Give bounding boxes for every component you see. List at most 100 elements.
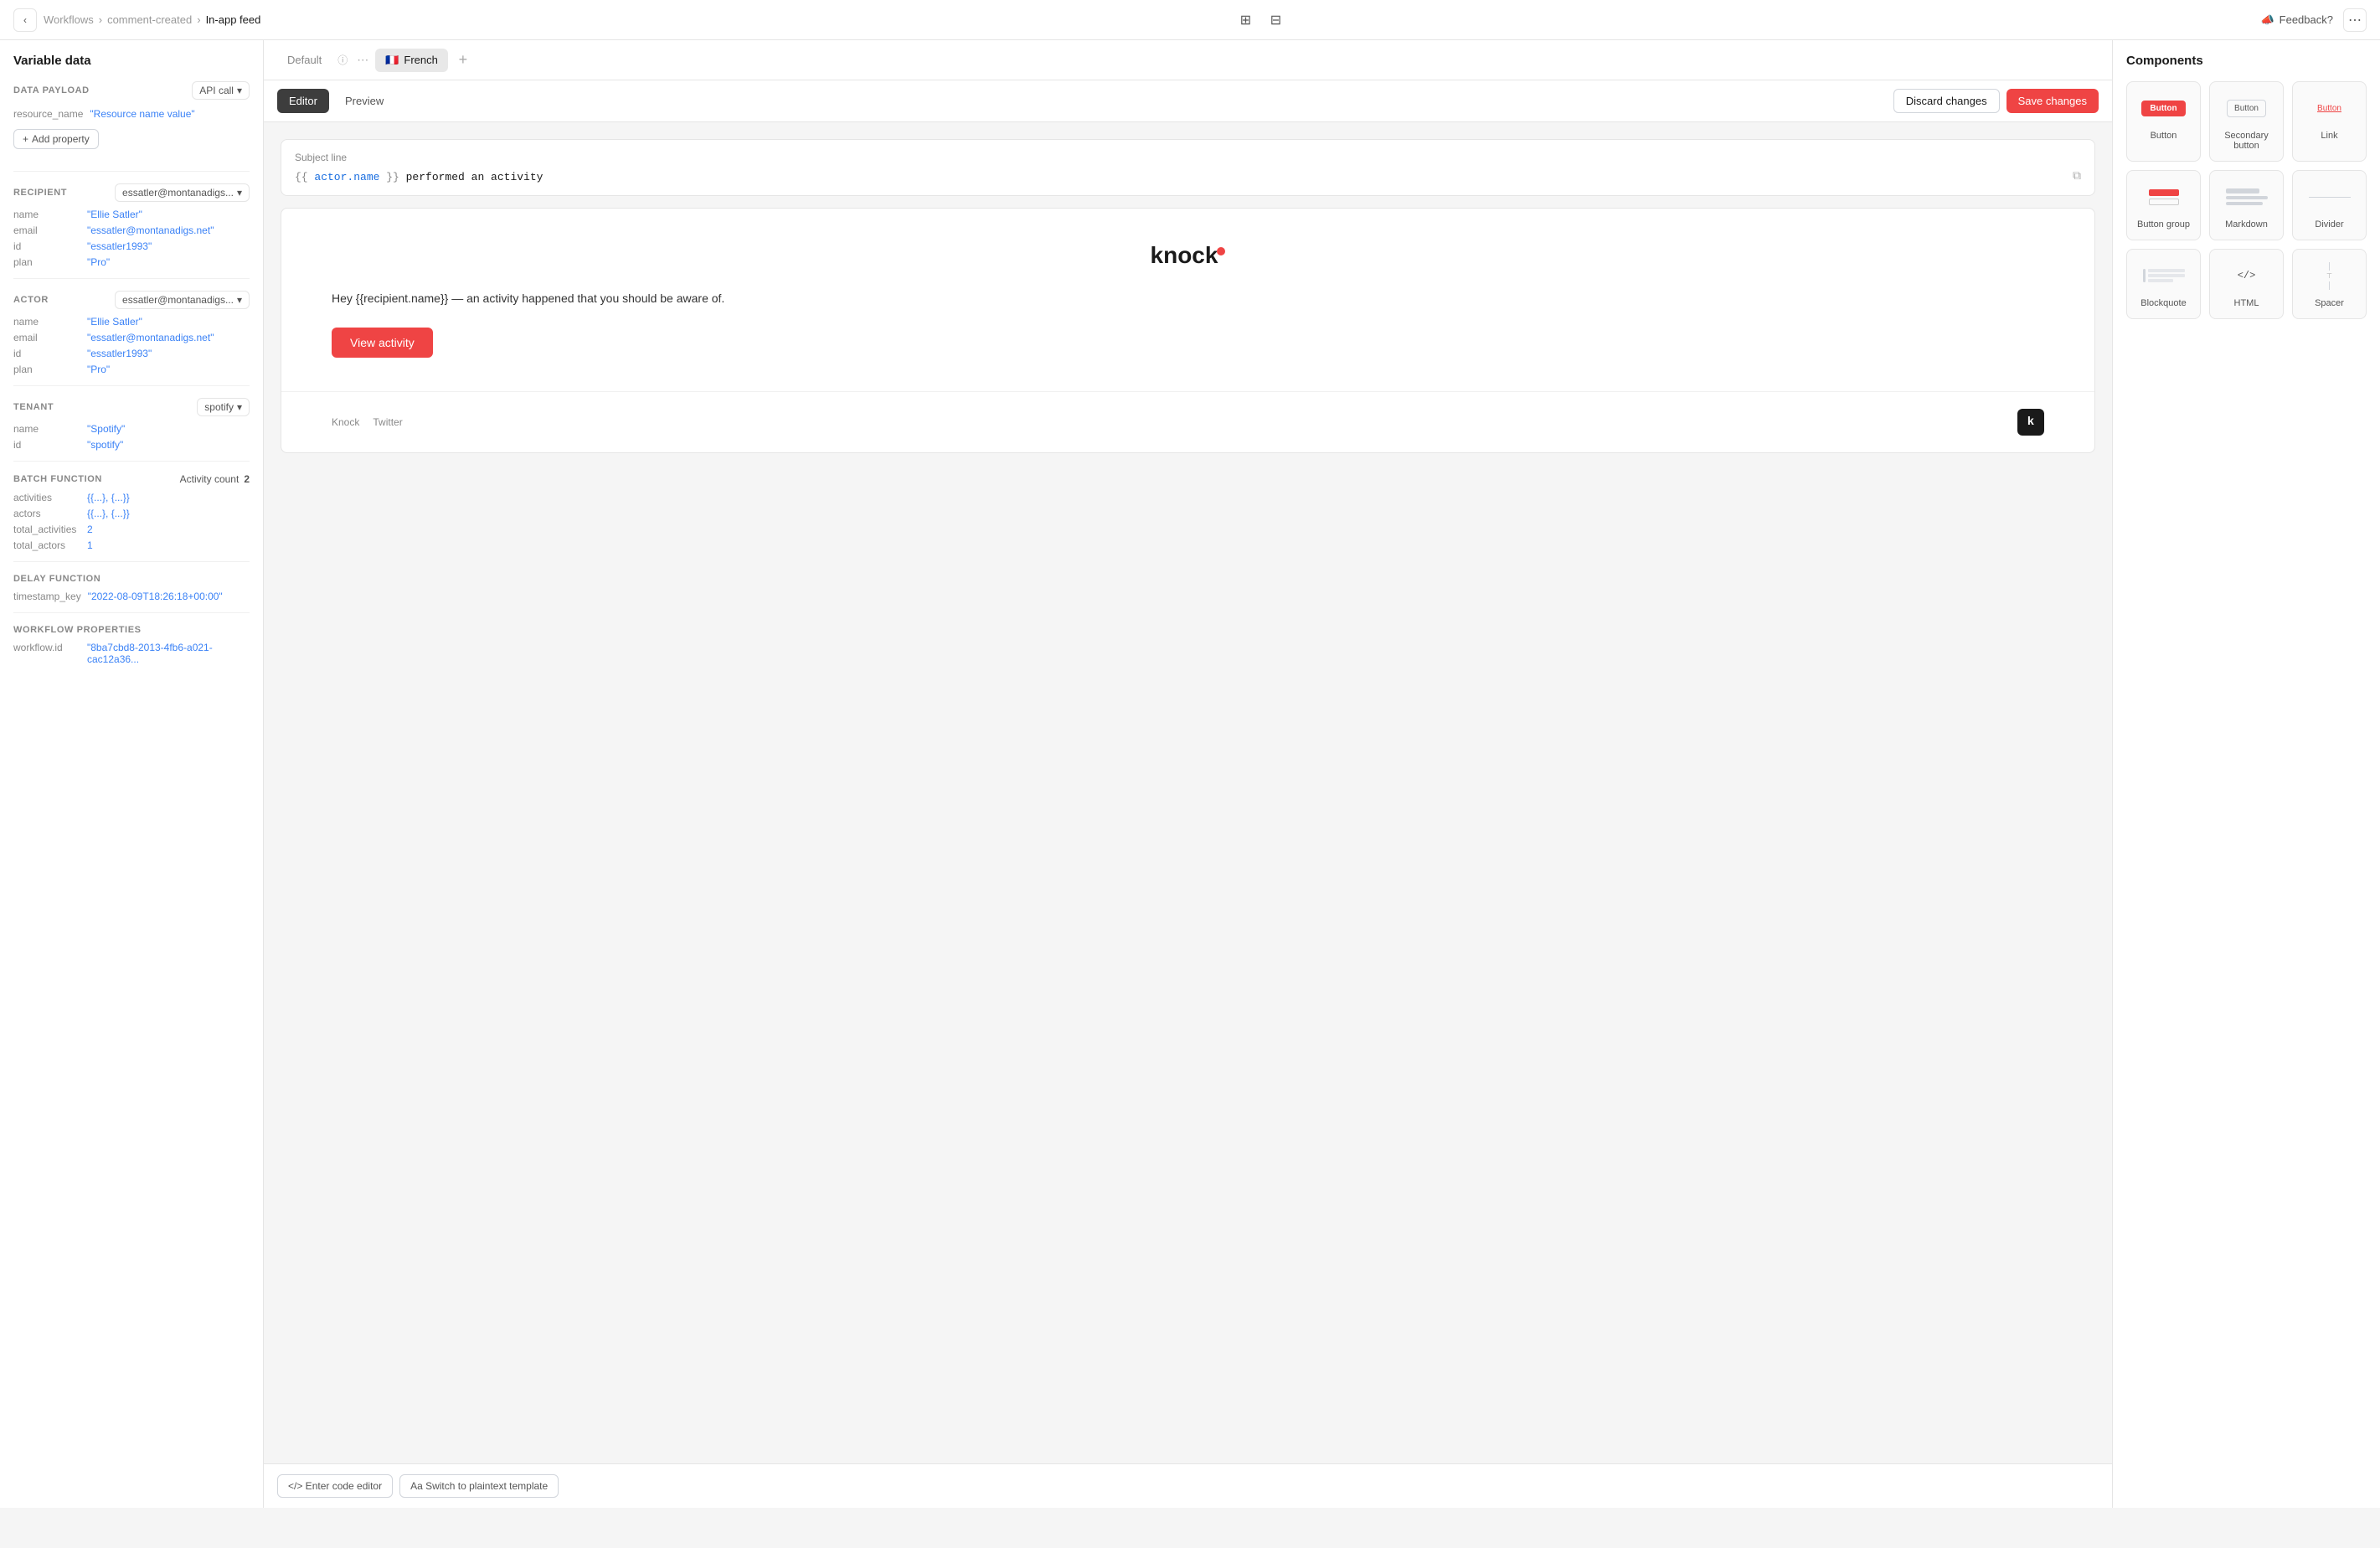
feedback-button[interactable]: 📣 Feedback? xyxy=(2260,13,2333,27)
tab-default[interactable]: Default xyxy=(277,49,332,71)
tenant-dropdown-arrow: ▾ xyxy=(237,401,242,413)
component-button-group[interactable]: Button group xyxy=(2126,170,2201,240)
subject-input[interactable]: {{ actor.name }} performed an activity ⧉ xyxy=(295,170,2081,183)
prop-key: email xyxy=(13,332,80,343)
prop-val: "essatler@montanadigs.net" xyxy=(87,332,214,343)
actor-dropdown[interactable]: essatler@montanadigs... ▾ xyxy=(115,291,250,309)
email-greeting: Hey {{recipient.name}} — an activity hap… xyxy=(332,289,2044,307)
subject-section[interactable]: Subject line {{ actor.name }} performed … xyxy=(281,139,2095,196)
prop-val: {{...}, {...}} xyxy=(87,508,130,519)
spacer-preview-shape: ⊤ xyxy=(2326,262,2332,290)
md-line3 xyxy=(2226,202,2263,205)
prop-val: "Pro" xyxy=(87,256,110,268)
spacer-line-bot xyxy=(2329,281,2330,290)
add-property-button[interactable]: + Add property xyxy=(13,129,99,149)
component-blockquote-label: Blockquote xyxy=(2140,298,2186,308)
divider xyxy=(13,278,250,279)
sidebar-toggle-right-icon[interactable]: ⊟ xyxy=(1264,8,1287,32)
editor-tabs: Default ⓘ ⋯ 🇫🇷 French + xyxy=(264,40,2112,80)
breadcrumb-current: In-app feed xyxy=(206,13,261,26)
view-activity-button[interactable]: View activity xyxy=(332,328,433,358)
tab-more-icon[interactable]: ⋯ xyxy=(353,51,372,70)
component-link[interactable]: Button Link xyxy=(2292,81,2367,162)
subject-label: Subject line xyxy=(295,152,2081,163)
email-body: knock Hey {{recipient.name}} — an activi… xyxy=(281,209,2094,391)
prop-key: id xyxy=(13,439,80,451)
list-item: email "essatler@montanadigs.net" xyxy=(13,332,250,343)
bq-bar xyxy=(2143,269,2146,282)
batch-function-section: BATCH FUNCTION Activity count 2 xyxy=(13,473,250,485)
tenant-dropdown[interactable]: spotify ▾ xyxy=(197,398,250,416)
component-secondary-label: Secondary button xyxy=(2217,131,2276,151)
toolbar-right: Discard changes Save changes xyxy=(1893,89,2099,113)
component-blockquote[interactable]: Blockquote xyxy=(2126,249,2201,319)
data-payload-dropdown[interactable]: API call ▾ xyxy=(192,81,250,100)
list-item: plan "Pro" xyxy=(13,364,250,375)
add-tab-button[interactable]: + xyxy=(451,49,475,72)
component-button[interactable]: Button Button xyxy=(2126,81,2201,162)
html-preview-shape: </> xyxy=(2238,270,2256,281)
component-divider-label: Divider xyxy=(2315,219,2343,230)
list-item: name "Ellie Satler" xyxy=(13,209,250,220)
prop-key: plan xyxy=(13,256,80,268)
component-html[interactable]: </> HTML xyxy=(2209,249,2284,319)
recipient-dropdown[interactable]: essatler@montanadigs... ▾ xyxy=(115,183,250,202)
component-markdown[interactable]: Markdown xyxy=(2209,170,2284,240)
prop-key: name xyxy=(13,423,80,435)
sidebar-toggle-left-icon[interactable]: ⊞ xyxy=(1234,8,1257,32)
prop-val: "spotify" xyxy=(87,439,123,451)
component-button-group-label: Button group xyxy=(2137,219,2190,230)
actor-label: ACTOR xyxy=(13,295,49,305)
btn-g1 xyxy=(2149,189,2179,196)
list-item: name "Ellie Satler" xyxy=(13,316,250,328)
breadcrumb-parent[interactable]: comment-created xyxy=(107,13,192,26)
switch-plaintext-button[interactable]: Aa Switch to plaintext template xyxy=(399,1474,559,1498)
recipient-dropdown-arrow: ▾ xyxy=(237,187,242,199)
component-spacer-label: Spacer xyxy=(2315,298,2344,308)
list-item: id "essatler1993" xyxy=(13,240,250,252)
prop-val: "Pro" xyxy=(87,364,110,375)
footer-logo: k xyxy=(2017,409,2044,436)
dropdown-arrow-icon: ▾ xyxy=(237,85,242,96)
preview-tab-button[interactable]: Preview xyxy=(332,89,396,113)
bq-line2 xyxy=(2148,274,2185,277)
main-layout: Variable data DATA PAYLOAD API call ▾ re… xyxy=(0,40,2380,1508)
prop-key: name xyxy=(13,316,80,328)
more-options-button[interactable]: ⋯ xyxy=(2343,8,2367,32)
top-nav-right: 📣 Feedback? ⋯ xyxy=(2260,8,2367,32)
blockquote-preview-shape xyxy=(2143,269,2185,282)
footer-link-knock[interactable]: Knock xyxy=(332,416,359,428)
recipient-section: RECIPIENT essatler@montanadigs... ▾ xyxy=(13,183,250,202)
component-divider[interactable]: Divider xyxy=(2292,170,2367,240)
tab-french[interactable]: 🇫🇷 French xyxy=(375,49,448,72)
spacer-line-top xyxy=(2329,262,2330,271)
md-line1 xyxy=(2226,188,2259,194)
list-item: actors {{...}, {...}} xyxy=(13,508,250,519)
component-link-label: Link xyxy=(2321,131,2337,141)
button-preview-shape: Button xyxy=(2141,101,2185,116)
component-spacer-preview: ⊤ xyxy=(2305,260,2355,292)
component-secondary-button[interactable]: Button Secondary button xyxy=(2209,81,2284,162)
tab-info-icon[interactable]: ⓘ xyxy=(335,53,350,68)
bq-line3 xyxy=(2148,279,2174,282)
component-html-label: HTML xyxy=(2234,298,2259,308)
copy-icon[interactable]: ⧉ xyxy=(2073,170,2081,183)
save-changes-button[interactable]: Save changes xyxy=(2007,89,2099,113)
footer-link-twitter[interactable]: Twitter xyxy=(373,416,402,428)
editor-tab-button[interactable]: Editor xyxy=(277,89,329,113)
tenant-label: TENANT xyxy=(13,402,54,412)
prop-key: resource_name xyxy=(13,108,83,120)
component-spacer[interactable]: ⊤ Spacer xyxy=(2292,249,2367,319)
spacer-t-icon: ⊤ xyxy=(2326,272,2332,280)
knock-logo: knock xyxy=(332,242,2044,269)
prop-val: "2022-08-09T18:26:18+00:00" xyxy=(88,591,223,602)
list-item: id "essatler1993" xyxy=(13,348,250,359)
sidebar-title: Variable data xyxy=(13,54,250,68)
component-secondary-preview: Button xyxy=(2222,92,2272,124)
enter-code-editor-button[interactable]: </> Enter code editor xyxy=(277,1474,393,1498)
back-button[interactable]: ‹ xyxy=(13,8,37,32)
components-grid: Button Button Button Secondary button Bu… xyxy=(2126,81,2367,319)
discard-changes-button[interactable]: Discard changes xyxy=(1893,89,2000,113)
megaphone-icon: 📣 xyxy=(2260,13,2274,27)
breadcrumb-root[interactable]: Workflows xyxy=(44,13,94,26)
